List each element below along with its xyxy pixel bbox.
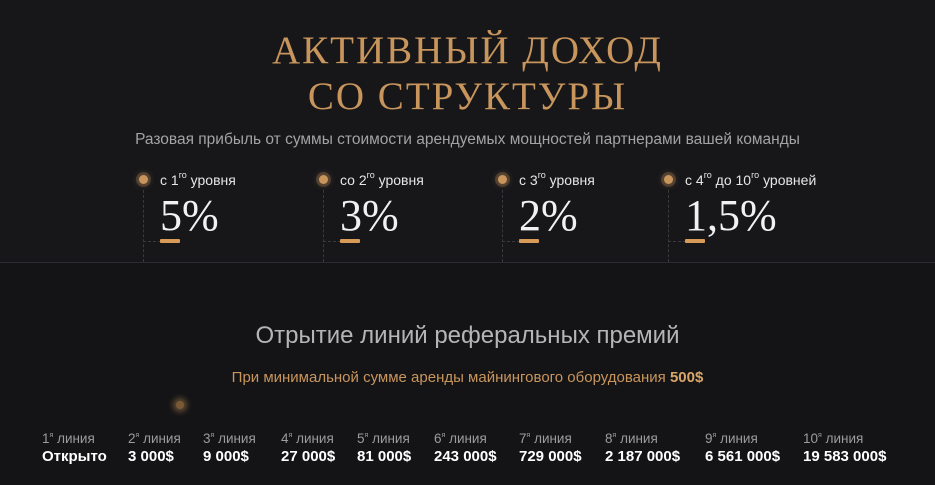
line-value: 19 583 000$ xyxy=(803,448,887,465)
level-percent: 3% xyxy=(340,191,399,240)
referral-line-8: 8я линия 2 187 000$ xyxy=(605,431,680,465)
accent-underline xyxy=(519,239,539,243)
dashed-connector xyxy=(502,190,503,262)
title-line-1: АКТИВНЫЙ ДОХОД xyxy=(272,29,663,72)
line-value: 81 000$ xyxy=(357,448,412,465)
level-label: с 1го уровня xyxy=(160,170,236,188)
referral-line-3: 3я линия 9 000$ xyxy=(203,431,256,465)
referral-line-2: 2я линия 3 000$ xyxy=(128,431,181,465)
line-label: 1я линия xyxy=(42,431,95,446)
accent-underline xyxy=(685,239,705,243)
referral-line-7: 7я линия 729 000$ xyxy=(519,431,582,465)
line-label: 6я линия xyxy=(434,431,487,446)
minimum-amount: 500$ xyxy=(669,369,704,386)
line-label: 8я линия xyxy=(605,431,658,446)
line-value: 9 000$ xyxy=(203,448,249,465)
line-value: 729 000$ xyxy=(519,448,582,465)
level-label: со 2го уровня xyxy=(340,170,424,188)
dashed-connector xyxy=(143,190,144,262)
line-value: 6 561 000$ xyxy=(705,448,781,465)
section-divider xyxy=(0,262,935,263)
level-percent: 1,5% xyxy=(685,191,777,240)
progress-glow-marker xyxy=(176,401,184,409)
bullet-dot-icon xyxy=(664,175,673,184)
line-label: 5я линия xyxy=(357,431,410,446)
line-value: 27 000$ xyxy=(281,448,336,465)
accent-underline xyxy=(340,239,360,243)
line-label: 3я линия xyxy=(203,431,256,446)
line-label: 2я линия xyxy=(128,431,181,446)
line-label: 9я линия xyxy=(705,431,758,446)
referral-section-title: Отрытие линий реферальных премий xyxy=(255,322,680,349)
referral-line-10: 10я линия 19 583 000$ xyxy=(803,431,886,465)
bullet-dot-icon xyxy=(139,175,148,184)
dashed-connector xyxy=(323,190,324,262)
bullet-dot-icon xyxy=(498,175,507,184)
referral-line-6: 6я линия 243 000$ xyxy=(434,431,497,465)
dashed-connector xyxy=(668,190,669,262)
level-percent: 5% xyxy=(160,191,219,240)
dashed-connector xyxy=(668,241,686,242)
referral-line-5: 5я линия 81 000$ xyxy=(357,431,411,465)
referral-line-9: 9я линия 6 561 000$ xyxy=(705,431,780,465)
level-label: с 3го уровня xyxy=(519,170,595,188)
line-label: 10я линия xyxy=(803,431,864,446)
dashed-connector xyxy=(143,241,161,242)
title-line-2: СО СТРУКТУРЫ xyxy=(307,75,628,118)
line-label: 4я линия xyxy=(281,431,334,446)
minimum-rent-note: При минимальной сумме аренды майнинговог… xyxy=(231,369,704,386)
bullet-dot-icon xyxy=(319,175,328,184)
accent-underline xyxy=(160,239,180,243)
dashed-connector xyxy=(502,241,520,242)
page-subtitle: Разовая прибыль от суммы стоимости аренд… xyxy=(135,131,800,148)
line-value: 243 000$ xyxy=(434,448,497,465)
dashed-connector xyxy=(323,241,341,242)
line-value: 2 187 000$ xyxy=(605,448,681,465)
level-percent: 2% xyxy=(519,191,578,240)
page-title: АКТИВНЫЙ ДОХОД СО СТРУКТУРЫ xyxy=(0,28,935,120)
line-label: 7я линия xyxy=(519,431,572,446)
line-value: Открыто xyxy=(42,448,107,465)
level-label: с 4го до 10го уровней xyxy=(685,170,817,188)
referral-line-4: 4я линия 27 000$ xyxy=(281,431,335,465)
line-value: 3 000$ xyxy=(128,448,174,465)
referral-line-1: 1я линия Открыто xyxy=(42,431,107,465)
